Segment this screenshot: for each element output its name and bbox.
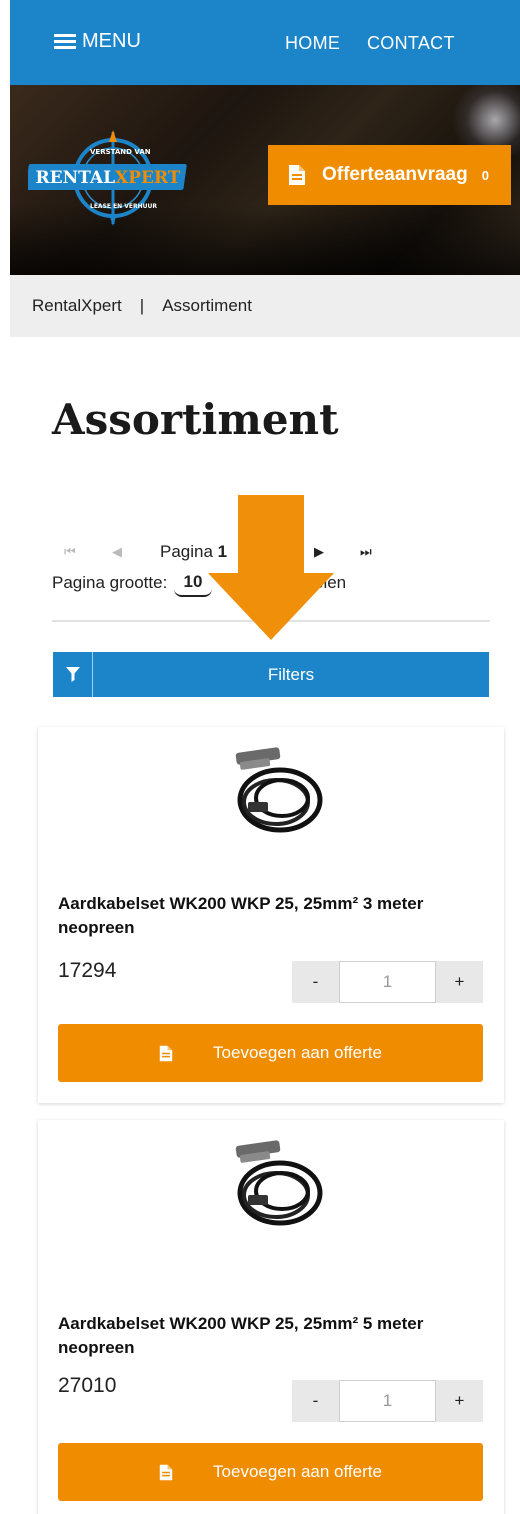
page-prefix: Pagina bbox=[160, 542, 213, 561]
last-page-icon[interactable]: ⏭ bbox=[360, 544, 372, 560]
document-icon bbox=[159, 1464, 173, 1480]
offerte-count-badge: 0 bbox=[481, 167, 489, 183]
first-page-icon[interactable]: ⏮ bbox=[64, 544, 76, 560]
product-name[interactable]: Aardkabelset WK200 WKP 25, 25mm² 5 meter… bbox=[58, 1312, 478, 1360]
document-icon bbox=[159, 1045, 173, 1061]
quantity-decrease-button[interactable]: - bbox=[292, 1380, 339, 1422]
quantity-input[interactable] bbox=[339, 1380, 436, 1422]
add-to-offerte-label: Toevoegen aan offerte bbox=[213, 1462, 382, 1481]
page-size-select[interactable]: 10 bbox=[174, 569, 212, 597]
quantity-increase-button[interactable]: + bbox=[436, 961, 483, 1003]
nav-home-link[interactable]: HOME bbox=[285, 33, 340, 54]
offerte-aanvraag-button[interactable]: Offerteaanvraag 0 bbox=[268, 145, 511, 205]
nav-contact-link[interactable]: CONTACT bbox=[367, 33, 455, 54]
filters-button[interactable]: Filters bbox=[53, 652, 489, 697]
breadcrumb-item-home[interactable]: RentalXpert bbox=[32, 296, 122, 316]
cable-clamp-image bbox=[235, 1140, 323, 1226]
product-card: Aardkabelset WK200 WKP 25, 25mm² 5 meter… bbox=[38, 1120, 504, 1514]
cable-clamp-image bbox=[235, 747, 323, 833]
add-to-offerte-label: Toevoegen aan offerte bbox=[213, 1043, 382, 1062]
rentalxpert-logo[interactable]: RENTALXPERT VERSTAND VAN LEASE EN VERHUU… bbox=[28, 128, 198, 228]
logo-text: RENTALXPERT bbox=[36, 168, 181, 188]
breadcrumb-separator: | bbox=[139, 296, 145, 315]
product-code: 27010 bbox=[58, 1374, 117, 1397]
arrow-down-icon bbox=[208, 495, 334, 640]
top-navbar: MENU HOME CONTACT bbox=[10, 0, 520, 85]
quantity-stepper: - + bbox=[292, 961, 483, 1003]
add-to-offerte-button[interactable]: Toevoegen aan offerte bbox=[58, 1443, 483, 1501]
document-icon bbox=[289, 165, 305, 185]
product-card: Aardkabelset WK200 WKP 25, 25mm² 3 meter… bbox=[38, 727, 504, 1103]
svg-text:VERSTAND VAN: VERSTAND VAN bbox=[90, 148, 151, 156]
svg-text:LEASE EN VERHUUR: LEASE EN VERHUUR bbox=[90, 203, 157, 210]
product-code: 17294 bbox=[58, 959, 117, 982]
quantity-increase-button[interactable]: + bbox=[436, 1380, 483, 1422]
filters-label: Filters bbox=[267, 664, 315, 684]
add-to-offerte-button[interactable]: Toevoegen aan offerte bbox=[58, 1024, 483, 1082]
quantity-stepper: - + bbox=[292, 1380, 483, 1422]
prev-page-icon[interactable]: ◀ bbox=[112, 544, 122, 560]
breadcrumb-item-assortiment[interactable]: Assortiment bbox=[162, 296, 252, 316]
quantity-decrease-button[interactable]: - bbox=[292, 961, 339, 1003]
breadcrumb: RentalXpert | Assortiment bbox=[10, 275, 520, 337]
menu-button[interactable]: MENU bbox=[54, 30, 141, 53]
menu-label: MENU bbox=[82, 30, 141, 52]
hamburger-icon bbox=[54, 33, 76, 50]
product-name[interactable]: Aardkabelset WK200 WKP 25, 25mm² 3 meter… bbox=[58, 892, 478, 940]
offerte-label: Offerteaanvraag bbox=[322, 164, 468, 185]
page-size-label: Pagina grootte: bbox=[52, 573, 168, 592]
page-title: Assortiment bbox=[52, 395, 339, 444]
filter-funnel-icon bbox=[53, 652, 93, 697]
quantity-input[interactable] bbox=[339, 961, 436, 1003]
